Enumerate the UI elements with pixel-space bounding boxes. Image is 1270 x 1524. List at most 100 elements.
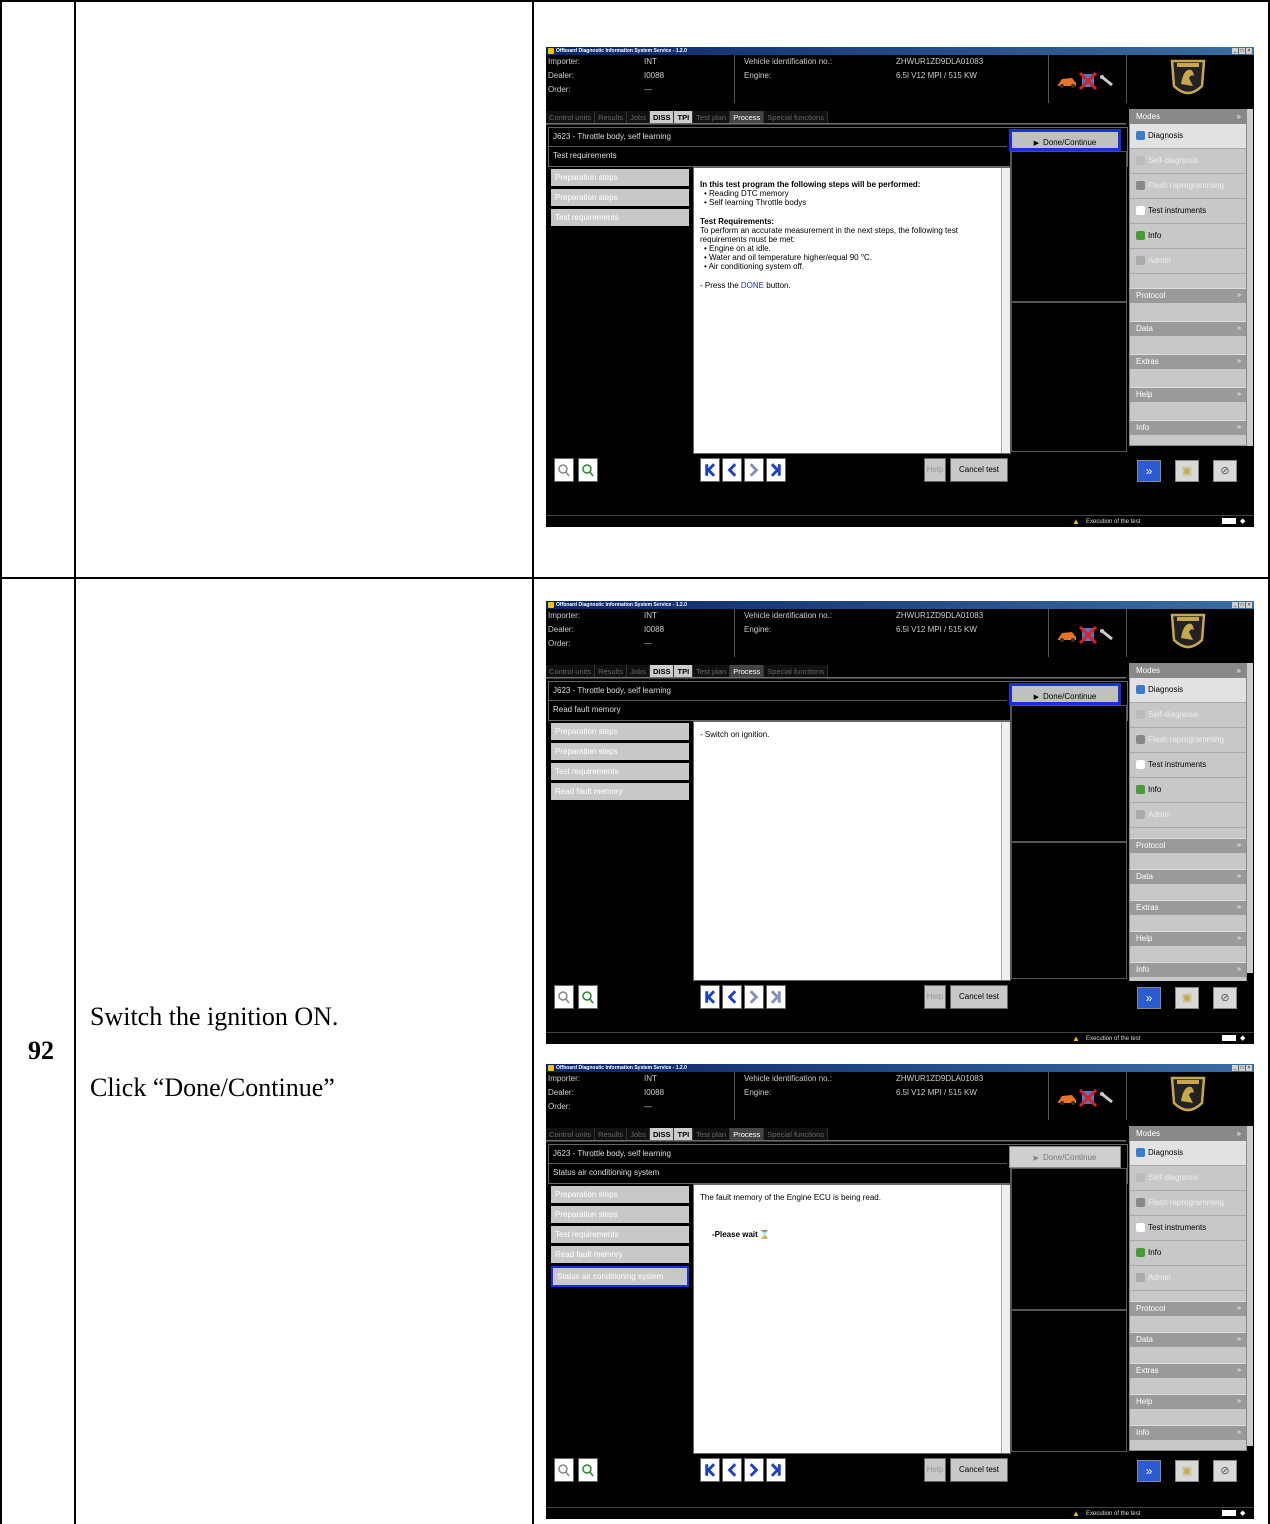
last-step-button[interactable] (766, 985, 786, 1009)
zoom-in-button[interactable] (578, 1458, 598, 1482)
next-step-button[interactable] (744, 1458, 764, 1482)
exit-button[interactable]: ⊘ (1213, 987, 1237, 1009)
mode-flash-reprogramming[interactable]: Flash reprogramming (1130, 174, 1246, 199)
window-controls[interactable]: _ □ × (1232, 48, 1252, 54)
prev-step-button[interactable] (722, 1458, 742, 1482)
section-help[interactable]: Help » (1130, 1394, 1246, 1409)
help-button[interactable]: Help (924, 985, 946, 1009)
exit-button[interactable]: ⊘ (1213, 1460, 1237, 1482)
done-continue-button[interactable]: ▶ Done/Continue (1009, 683, 1121, 705)
first-step-button[interactable] (700, 985, 720, 1009)
help-button[interactable]: Help (924, 458, 946, 482)
cancel-test-button[interactable]: Cancel test (950, 1458, 1008, 1482)
zoom-out-button[interactable] (554, 1458, 574, 1482)
section-data[interactable]: Data » (1130, 869, 1246, 884)
first-step-button[interactable] (700, 1458, 720, 1482)
calendar-button[interactable]: ▣ (1175, 987, 1199, 1009)
mode-info[interactable]: Info (1130, 224, 1246, 249)
mode-self-diagnosis[interactable]: Self-diagnosis (1130, 149, 1246, 174)
last-step-button[interactable] (766, 1458, 786, 1482)
section-help[interactable]: Help » (1130, 931, 1246, 946)
mode-flash-reprogramming[interactable]: Flash reprogramming (1130, 1191, 1246, 1216)
zoom-out-button[interactable] (554, 458, 574, 482)
mode-self-diagnosis[interactable]: Self-diagnosis (1130, 1166, 1246, 1191)
zoom-in-button[interactable] (578, 458, 598, 482)
done-continue-button[interactable]: ▶ Done/Continue (1009, 1146, 1121, 1168)
help-button[interactable]: Help (924, 1458, 946, 1482)
prev-step-button[interactable] (722, 985, 742, 1009)
content-scrollbar[interactable] (1001, 1185, 1010, 1453)
modes-scrollbar[interactable] (1247, 109, 1253, 446)
done-link[interactable]: DONE (741, 281, 764, 290)
zoom-in-button[interactable] (578, 985, 598, 1009)
mode-info[interactable]: Info (1130, 1241, 1246, 1266)
maximize-icon[interactable]: □ (1239, 1065, 1245, 1071)
mode-flash-reprogramming[interactable]: Flash reprogramming (1130, 728, 1246, 753)
mode-admin[interactable]: Admin (1130, 249, 1246, 274)
minimize-icon[interactable]: _ (1232, 602, 1238, 608)
mode-admin[interactable]: Admin (1130, 803, 1246, 828)
calendar-button[interactable]: ▣ (1175, 460, 1199, 482)
cancel-test-button[interactable]: Cancel test (950, 985, 1008, 1009)
mode-admin[interactable]: Admin (1130, 1266, 1246, 1291)
forward-button[interactable]: » (1137, 987, 1161, 1009)
step-list-item[interactable]: Test requirements (551, 209, 689, 226)
section-info[interactable]: Info » (1130, 420, 1246, 435)
close-icon[interactable]: × (1246, 48, 1252, 54)
zoom-out-button[interactable] (554, 985, 574, 1009)
content-scrollbar[interactable] (1001, 168, 1010, 453)
exit-button[interactable]: ⊘ (1213, 460, 1237, 482)
mode-info[interactable]: Info (1130, 778, 1246, 803)
mode-test-instruments[interactable]: Test instruments (1130, 753, 1246, 778)
maximize-icon[interactable]: □ (1239, 48, 1245, 54)
step-list-item[interactable]: Preparation steps (551, 169, 689, 186)
step-list-item[interactable]: Read fault memory (551, 1246, 689, 1263)
window-controls[interactable]: _ □ × (1232, 602, 1252, 608)
forward-button[interactable]: » (1137, 460, 1161, 482)
step-list-item[interactable]: Preparation steps (551, 189, 689, 206)
modes-scrollbar[interactable] (1247, 1126, 1253, 1446)
close-icon[interactable]: × (1246, 1065, 1252, 1071)
mode-diagnosis[interactable]: Diagnosis (1130, 1141, 1246, 1166)
section-protocol[interactable]: Protocol » (1130, 288, 1246, 303)
step-list-item[interactable]: Test requirements (551, 763, 689, 780)
step-list-item[interactable]: Preparation steps (551, 743, 689, 760)
window-controls[interactable]: _ □ × (1232, 1065, 1252, 1071)
minimize-icon[interactable]: _ (1232, 1065, 1238, 1071)
section-data[interactable]: Data » (1130, 1332, 1246, 1347)
step-list-item[interactable]: Test requirements (551, 1226, 689, 1243)
section-protocol[interactable]: Protocol » (1130, 838, 1246, 853)
done-continue-button[interactable]: ▶ Done/Continue (1009, 129, 1121, 151)
step-list-item[interactable]: Preparation steps (551, 1186, 689, 1203)
mode-test-instruments[interactable]: Test instruments (1130, 1216, 1246, 1241)
maximize-icon[interactable]: □ (1239, 602, 1245, 608)
step-list-item[interactable]: Status air conditioning system (551, 1266, 689, 1287)
modes-scrollbar[interactable] (1247, 663, 1253, 973)
next-step-button[interactable] (744, 985, 764, 1009)
modes-header[interactable]: Modes » (1130, 110, 1246, 124)
section-extras[interactable]: Extras » (1130, 354, 1246, 369)
section-help[interactable]: Help » (1130, 387, 1246, 402)
section-extras[interactable]: Extras » (1130, 1363, 1246, 1378)
close-icon[interactable]: × (1246, 602, 1252, 608)
mode-test-instruments[interactable]: Test instruments (1130, 199, 1246, 224)
modes-header[interactable]: Modes » (1130, 1127, 1246, 1141)
calendar-button[interactable]: ▣ (1175, 1460, 1199, 1482)
first-step-button[interactable] (700, 458, 720, 482)
forward-button[interactable]: » (1137, 1460, 1161, 1482)
section-info[interactable]: Info » (1130, 1425, 1246, 1440)
mode-self-diagnosis[interactable]: Self-diagnosis (1130, 703, 1246, 728)
modes-header[interactable]: Modes » (1130, 664, 1246, 678)
last-step-button[interactable] (766, 458, 786, 482)
section-data[interactable]: Data » (1130, 321, 1246, 336)
cancel-test-button[interactable]: Cancel test (950, 458, 1008, 482)
section-info[interactable]: Info » (1130, 962, 1246, 977)
section-extras[interactable]: Extras » (1130, 900, 1246, 915)
mode-diagnosis[interactable]: Diagnosis (1130, 678, 1246, 703)
step-list-item[interactable]: Read fault memory (551, 783, 689, 800)
mode-diagnosis[interactable]: Diagnosis (1130, 124, 1246, 149)
section-protocol[interactable]: Protocol » (1130, 1301, 1246, 1316)
step-list-item[interactable]: Preparation steps (551, 1206, 689, 1223)
minimize-icon[interactable]: _ (1232, 48, 1238, 54)
content-scrollbar[interactable] (1001, 722, 1010, 980)
